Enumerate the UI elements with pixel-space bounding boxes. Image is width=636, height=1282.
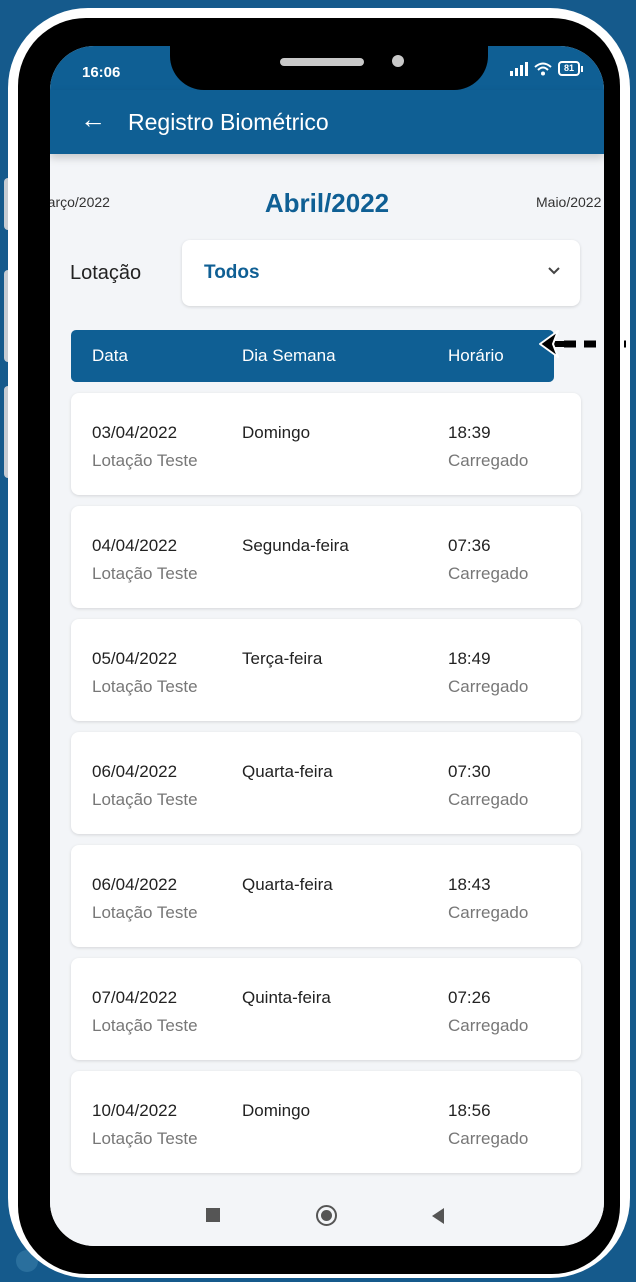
- table-row[interactable]: 07/04/2022 Quinta-feira 07:26 Lotação Te…: [71, 958, 581, 1060]
- status-icons: 81: [509, 61, 584, 76]
- row-location: Lotação Teste: [92, 451, 198, 470]
- row-location: Lotação Teste: [92, 1129, 198, 1148]
- row-date: 10/04/2022: [92, 1101, 178, 1120]
- pointer-arrow-icon: [539, 330, 626, 358]
- row-weekday: Quarta-feira: [242, 875, 333, 894]
- column-header-weekday: Dia Semana: [242, 346, 336, 365]
- phone-screen: 16:06 81 ← Registro Biométrico Março/202…: [50, 46, 604, 1246]
- row-location: Lotação Teste: [92, 1016, 198, 1035]
- row-time: 18:43: [448, 875, 491, 894]
- status-time: 16:06: [82, 64, 121, 81]
- recents-icon[interactable]: [206, 1208, 220, 1222]
- row-location: Lotação Teste: [92, 903, 198, 922]
- row-time: 07:26: [448, 988, 491, 1007]
- chevron-down-icon: [548, 267, 560, 275]
- table-row[interactable]: 06/04/2022 Quarta-feira 18:43 Lotação Te…: [71, 845, 581, 947]
- speaker-grille: [280, 58, 364, 66]
- row-status: Carregado: [448, 1016, 529, 1035]
- row-time: 07:36: [448, 536, 491, 555]
- table-row[interactable]: 03/04/2022 Domingo 18:39 Lotação Teste C…: [71, 393, 581, 495]
- page-title: Registro Biométrico: [128, 109, 329, 135]
- table-row[interactable]: 05/04/2022 Terça-feira 18:49 Lotação Tes…: [71, 619, 581, 721]
- location-select-value: Todos: [204, 262, 260, 283]
- android-nav-bar: [50, 1182, 604, 1246]
- signal-icon: [509, 61, 528, 76]
- row-weekday: Domingo: [242, 1101, 311, 1120]
- filter-label: Lotação: [70, 262, 142, 284]
- back-triangle-icon[interactable]: [432, 1208, 444, 1224]
- row-location: Lotação Teste: [92, 790, 198, 809]
- row-status: Carregado: [448, 790, 529, 809]
- month-navigator: Março/2022 Abril/2022 Maio/2022: [50, 186, 604, 226]
- row-status: Carregado: [448, 564, 529, 583]
- app-bar: ← Registro Biométrico: [50, 90, 604, 154]
- location-select[interactable]: Todos: [182, 240, 580, 306]
- row-time: 18:39: [448, 423, 491, 442]
- table-row[interactable]: 06/04/2022 Quarta-feira 07:30 Lotação Te…: [71, 732, 581, 834]
- back-arrow-icon[interactable]: ←: [80, 106, 106, 132]
- current-month-title: Abril/2022: [264, 188, 390, 218]
- row-status: Carregado: [448, 677, 529, 696]
- row-date: 06/04/2022: [92, 875, 178, 894]
- row-date: 04/04/2022: [92, 536, 178, 555]
- battery-icon: 81: [557, 61, 584, 76]
- camera-notch: [170, 46, 488, 90]
- row-weekday: Quinta-feira: [242, 988, 331, 1007]
- row-time: 18:56: [448, 1101, 491, 1120]
- home-icon[interactable]: [316, 1205, 337, 1226]
- row-status: Carregado: [448, 451, 529, 470]
- column-header-time: Horário: [448, 346, 504, 365]
- front-camera: [392, 55, 404, 67]
- row-weekday: Terça-feira: [242, 649, 323, 668]
- row-weekday: Quarta-feira: [242, 762, 333, 781]
- table-row[interactable]: 10/04/2022 Domingo 18:56 Lotação Teste C…: [71, 1071, 581, 1173]
- row-date: 06/04/2022: [92, 762, 178, 781]
- row-weekday: Segunda-feira: [242, 536, 349, 555]
- row-status: Carregado: [448, 1129, 529, 1148]
- row-location: Lotação Teste: [92, 564, 198, 583]
- next-month-link[interactable]: Maio/2022: [536, 194, 601, 210]
- row-time: 18:49: [448, 649, 491, 668]
- table-row[interactable]: 04/04/2022 Segunda-feira 07:36 Lotação T…: [71, 506, 581, 608]
- row-date: 05/04/2022: [92, 649, 178, 668]
- row-time: 07:30: [448, 762, 491, 781]
- row-status: Carregado: [448, 903, 529, 922]
- wifi-icon: [534, 62, 552, 75]
- row-weekday: Domingo: [242, 423, 311, 442]
- row-date: 07/04/2022: [92, 988, 178, 1007]
- row-date: 03/04/2022: [92, 423, 178, 442]
- column-header-date: Data: [92, 346, 128, 365]
- table-header: Data Dia Semana Horário: [71, 330, 554, 382]
- row-location: Lotação Teste: [92, 677, 198, 696]
